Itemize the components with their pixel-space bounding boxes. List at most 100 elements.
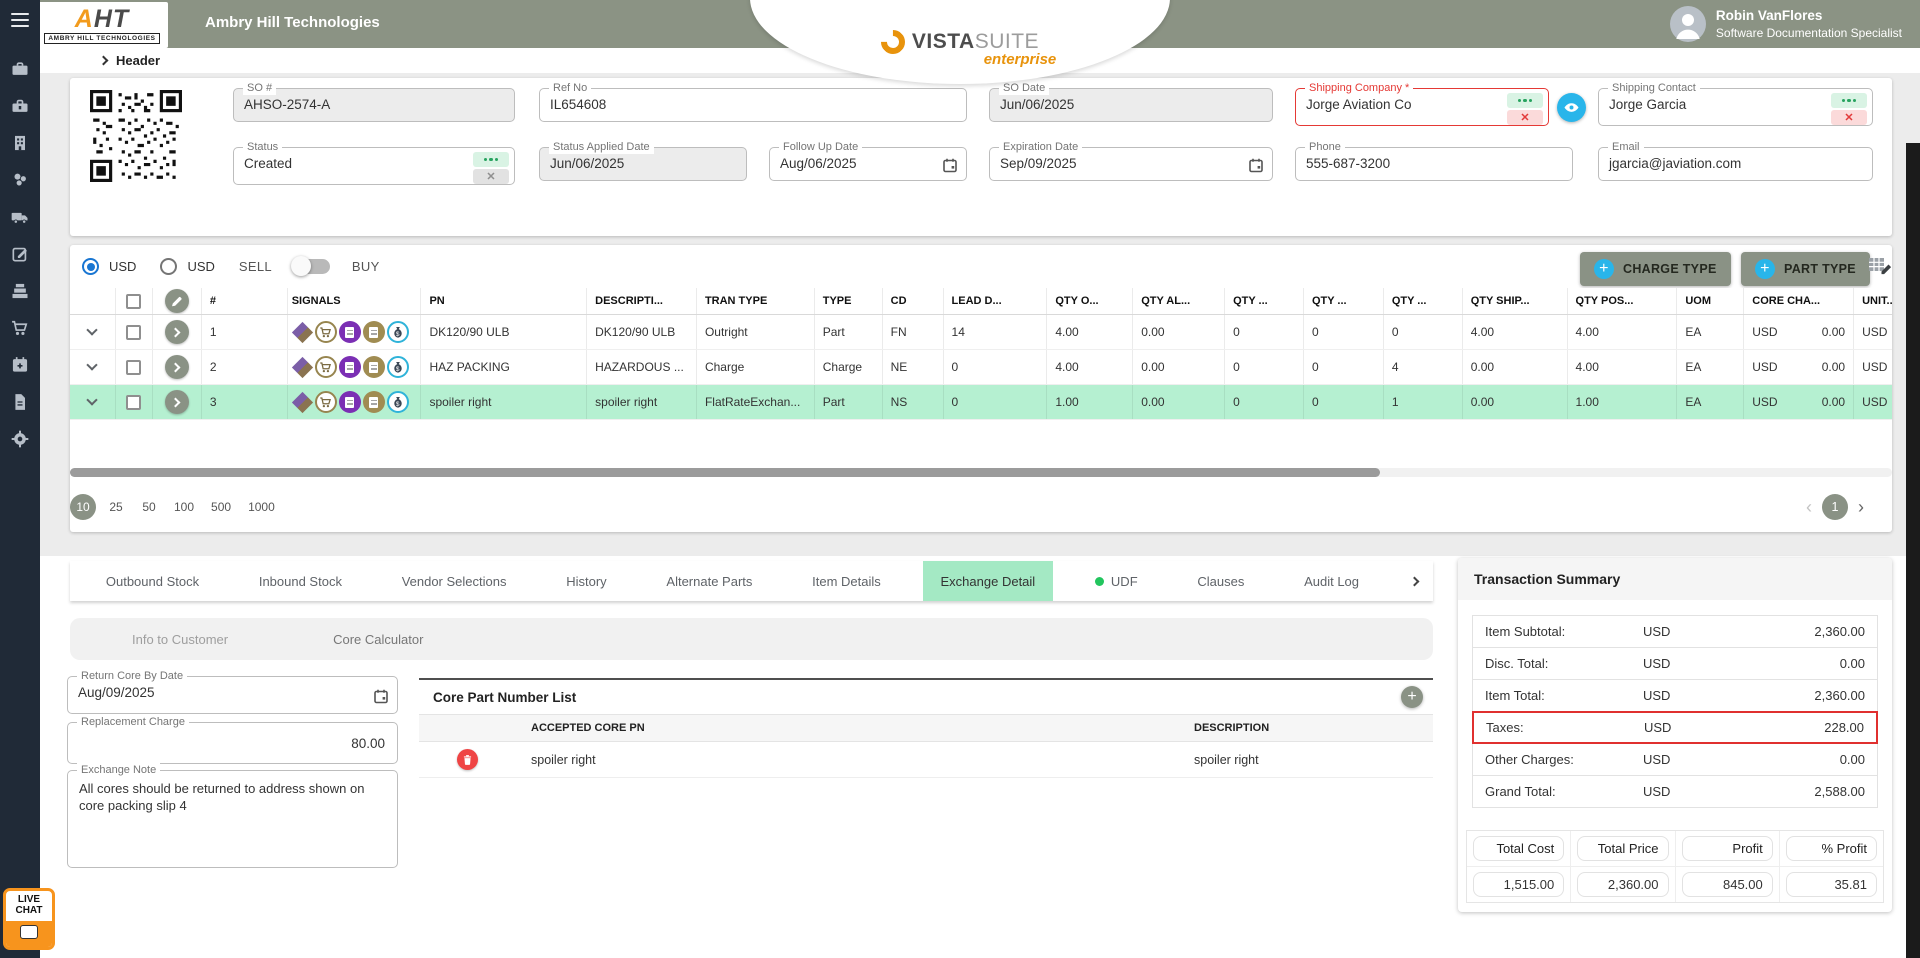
ref-no-field[interactable]: Ref No IL654608: [539, 88, 967, 122]
replacement-charge-field[interactable]: Replacement Charge 80.00: [67, 722, 398, 764]
tab-history[interactable]: History: [548, 561, 624, 601]
money-bag-signal-icon[interactable]: $: [387, 356, 409, 378]
column-header-qty5[interactable]: QTY ...: [1384, 288, 1463, 314]
column-header-qty-ship[interactable]: QTY SHIP...: [1463, 288, 1568, 314]
tab-exchange-detail[interactable]: Exchange Detail: [923, 561, 1054, 601]
add-charge-type-button[interactable]: + CHARGE TYPE: [1580, 252, 1731, 286]
toolbox-icon[interactable]: [9, 95, 31, 117]
sell-currency-radio[interactable]: [82, 258, 99, 275]
calendar-icon[interactable]: [373, 688, 389, 709]
tan-log-signal-icon[interactable]: [363, 356, 385, 378]
tab-audit-log[interactable]: Audit Log: [1286, 561, 1377, 601]
column-header-qty-al[interactable]: QTY AL...: [1133, 288, 1225, 314]
tab-vendor-selections[interactable]: Vendor Selections: [384, 561, 525, 601]
column-header-cd[interactable]: CD: [883, 288, 944, 314]
column-header-core-charge[interactable]: CORE CHA...: [1744, 288, 1854, 314]
table-row[interactable]: 1 $ DK120/90 ULB DK120/90 ULB Outright P…: [70, 315, 1892, 350]
view-company-button[interactable]: [1557, 93, 1586, 122]
expand-row-icon[interactable]: [87, 324, 98, 335]
add-core-part-button[interactable]: +: [1401, 686, 1423, 708]
company-logo[interactable]: AHT AMBRY HILL TECHNOLOGIES: [36, 2, 168, 48]
tab-outbound-stock[interactable]: Outbound Stock: [88, 561, 217, 601]
column-header-qty3[interactable]: QTY ...: [1225, 288, 1304, 314]
purple-log-signal-icon[interactable]: [339, 356, 361, 378]
column-header-tran-type[interactable]: TRAN TYPE: [697, 288, 815, 314]
email-field[interactable]: Email jgarcia@javiation.com: [1598, 147, 1873, 181]
delete-core-part-button[interactable]: [457, 749, 478, 770]
column-header-signals[interactable]: SIGNALS: [288, 288, 422, 314]
page-size-option[interactable]: 10: [70, 494, 96, 520]
header-expander[interactable]: Header: [100, 53, 160, 68]
core-list-row[interactable]: spoiler right spoiler right: [419, 742, 1433, 778]
exchange-diamond-icon[interactable]: [292, 356, 313, 377]
column-header-qty4[interactable]: QTY ...: [1304, 288, 1384, 314]
shipping-contact-lookup-button[interactable]: [1831, 93, 1867, 108]
open-row-button[interactable]: [165, 355, 189, 379]
money-bag-signal-icon[interactable]: $: [387, 321, 409, 343]
more-tabs-chevron-icon[interactable]: [1395, 561, 1433, 601]
cart-signal-icon[interactable]: [315, 391, 337, 413]
purple-log-signal-icon[interactable]: [339, 391, 361, 413]
shipping-contact-field[interactable]: Shipping Contact Jorge Garcia ✕: [1598, 88, 1873, 126]
settings-gear-icon[interactable]: [9, 428, 31, 450]
truck-icon[interactable]: [9, 206, 31, 228]
calendar-icon[interactable]: [942, 157, 958, 178]
scrollbar-thumb[interactable]: [70, 468, 1380, 477]
open-row-button[interactable]: [165, 390, 189, 414]
calendar-plus-icon[interactable]: [9, 354, 31, 376]
tan-log-signal-icon[interactable]: [363, 321, 385, 343]
row-checkbox[interactable]: [126, 395, 141, 410]
cart-signal-icon[interactable]: [315, 321, 337, 343]
column-header-type[interactable]: TYPE: [815, 288, 883, 314]
money-bag-signal-icon[interactable]: $: [387, 391, 409, 413]
register-icon[interactable]: [9, 280, 31, 302]
column-header-qty-o[interactable]: QTY O...: [1047, 288, 1133, 314]
open-row-button[interactable]: [165, 320, 189, 344]
building-icon[interactable]: [9, 132, 31, 154]
sell-buy-toggle[interactable]: [294, 259, 330, 274]
current-page-button[interactable]: 1: [1822, 494, 1848, 520]
copies-icon[interactable]: [9, 169, 31, 191]
page-size-option[interactable]: 1000: [243, 494, 280, 520]
table-row-selected[interactable]: 3 $ spoiler right spoiler right FlatRate…: [70, 385, 1892, 420]
previous-page-icon[interactable]: ‹: [1806, 494, 1812, 520]
exchange-note-field[interactable]: Exchange Note All cores should be return…: [67, 770, 398, 868]
follow-up-date-field[interactable]: Follow Up Date Aug/06/2025: [769, 147, 967, 181]
add-part-type-button[interactable]: + PART TYPE: [1741, 252, 1870, 286]
buy-currency-radio[interactable]: [160, 258, 177, 275]
select-all-checkbox[interactable]: [126, 294, 141, 309]
avatar[interactable]: [1670, 6, 1706, 42]
tab-clauses[interactable]: Clauses: [1179, 561, 1262, 601]
return-core-by-date-field[interactable]: Return Core By Date Aug/09/2025: [67, 676, 398, 714]
page-size-option[interactable]: 500: [206, 494, 236, 520]
subtab-info-to-customer[interactable]: Info to Customer: [132, 632, 228, 647]
tab-inbound-stock[interactable]: Inbound Stock: [241, 561, 360, 601]
status-lookup-button[interactable]: [473, 152, 509, 167]
briefcase-icon[interactable]: [9, 58, 31, 80]
column-header-lead[interactable]: LEAD D...: [944, 288, 1048, 314]
exchange-diamond-icon[interactable]: [292, 321, 313, 342]
cart-signal-icon[interactable]: [315, 356, 337, 378]
user-info[interactable]: Robin VanFlores Software Documentation S…: [1670, 6, 1902, 42]
next-page-icon[interactable]: ›: [1858, 494, 1864, 520]
hamburger-menu-icon[interactable]: [11, 13, 29, 27]
shipping-company-field[interactable]: Shipping Company * Jorge Aviation Co ✕: [1295, 88, 1549, 126]
subtab-core-calculator[interactable]: Core Calculator: [333, 632, 423, 647]
expand-row-icon[interactable]: [87, 359, 98, 370]
edit-columns-icon[interactable]: [1868, 255, 1892, 282]
column-header-num[interactable]: #: [202, 288, 288, 314]
expiration-date-field[interactable]: Expiration Date Sep/09/2025: [989, 147, 1273, 181]
live-chat-widget[interactable]: LIVECHAT: [3, 888, 55, 950]
page-size-option[interactable]: 100: [169, 494, 199, 520]
tab-udf[interactable]: UDF: [1077, 561, 1156, 601]
tan-log-signal-icon[interactable]: [363, 391, 385, 413]
column-header-description[interactable]: DESCRIPTI...: [587, 288, 697, 314]
status-field[interactable]: Status Created ✕: [233, 147, 515, 185]
phone-field[interactable]: Phone 555-687-3200: [1295, 147, 1573, 181]
exchange-diamond-icon[interactable]: [292, 391, 313, 412]
row-checkbox[interactable]: [126, 360, 141, 375]
status-clear-button[interactable]: ✕: [473, 169, 509, 184]
table-horizontal-scrollbar[interactable]: [70, 468, 1892, 477]
column-header-uom[interactable]: UOM: [1677, 288, 1744, 314]
edit-order-icon[interactable]: [9, 243, 31, 265]
